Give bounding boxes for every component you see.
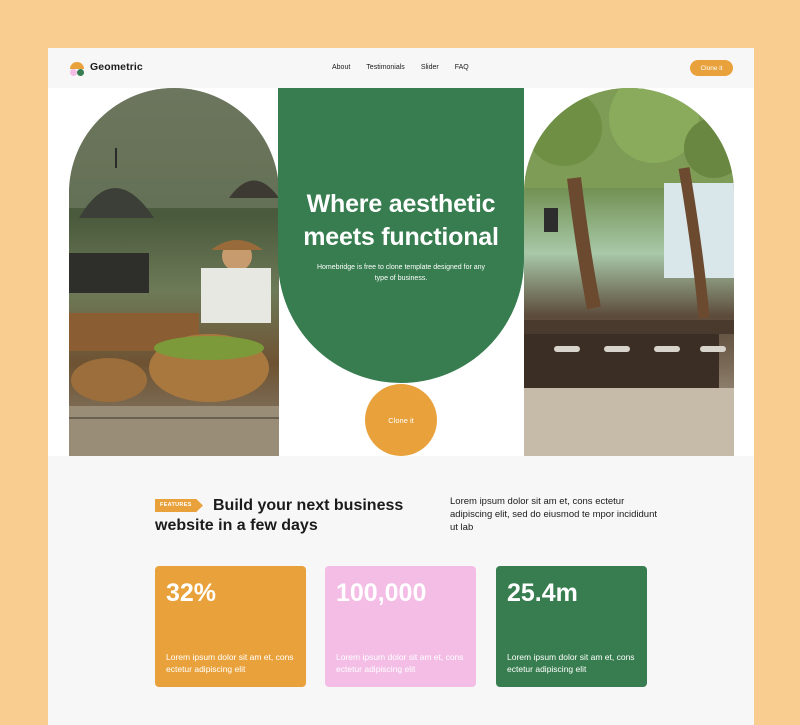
features-heading: Build your next business website in a fe… bbox=[155, 497, 404, 534]
garden-bar-photo-icon bbox=[524, 88, 734, 456]
brand-name[interactable]: Geometric bbox=[90, 61, 143, 73]
hero-section: Where aesthetic meets functional Homebri… bbox=[48, 88, 754, 456]
hero-title-line1: Where aesthetic bbox=[306, 190, 496, 218]
hero-title: Where aesthetic meets functional bbox=[278, 188, 524, 254]
stat-card-percent: 32% Lorem ipsum dolor sit am et, cons ec… bbox=[155, 566, 306, 687]
hero-title-line2: meets functional bbox=[303, 223, 499, 251]
stat-description: Lorem ipsum dolor sit am et, cons ectetu… bbox=[336, 652, 464, 674]
stat-value: 32% bbox=[166, 579, 217, 607]
stat-value: 100,000 bbox=[336, 579, 427, 607]
stat-description: Lorem ipsum dolor sit am et, cons ectetu… bbox=[507, 652, 635, 674]
nav-link-testimonials[interactable]: Testimonials bbox=[366, 64, 405, 71]
stat-card-revenue: 25.4m Lorem ipsum dolor sit am et, cons … bbox=[496, 566, 647, 687]
nav-link-slider[interactable]: Slider bbox=[421, 64, 439, 71]
features-description: Lorem ipsum dolor sit am et, cons ectetu… bbox=[450, 496, 658, 533]
navbar: Geometric About Testimonials Slider FAQ … bbox=[48, 48, 754, 88]
main-nav: About Testimonials Slider FAQ bbox=[332, 64, 469, 71]
hero-subtitle: Homebridge is free to clone template des… bbox=[316, 264, 486, 282]
outdoor-kitchen-image bbox=[69, 88, 279, 456]
browser-frame: Geometric About Testimonials Slider FAQ … bbox=[48, 48, 754, 725]
hero-clone-button[interactable]: Clone it bbox=[365, 384, 437, 456]
nav-link-about[interactable]: About bbox=[332, 64, 350, 71]
outdoor-kitchen-photo-icon bbox=[69, 88, 279, 456]
stat-description: Lorem ipsum dolor sit am et, cons ectetu… bbox=[166, 652, 294, 674]
stat-card-users: 100,000 Lorem ipsum dolor sit am et, con… bbox=[325, 566, 476, 687]
garden-bar-image bbox=[524, 88, 734, 456]
nav-link-faq[interactable]: FAQ bbox=[455, 64, 469, 71]
nav-clone-button[interactable]: Clone it bbox=[690, 60, 733, 76]
stat-value: 25.4m bbox=[507, 579, 578, 607]
geometric-logo-icon[interactable] bbox=[68, 60, 86, 78]
